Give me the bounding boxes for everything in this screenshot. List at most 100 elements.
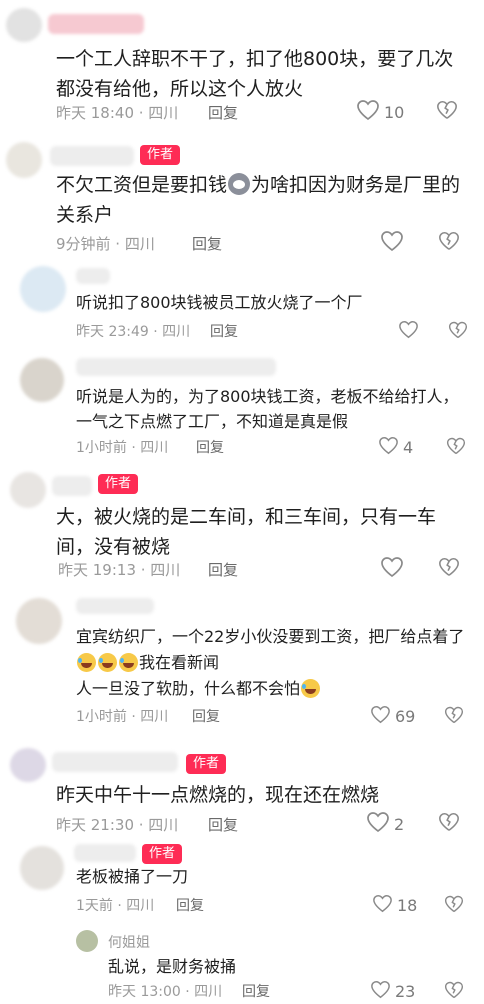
dislike-button[interactable] bbox=[448, 320, 468, 344]
dislike-button[interactable] bbox=[446, 436, 466, 460]
broken-heart-icon bbox=[438, 812, 460, 837]
comment-item: 作者 大，被火烧的是二车间，和三车间，只有一车间，没有被烧 昨天 19:13 ·… bbox=[0, 464, 484, 588]
avatar[interactable] bbox=[16, 598, 62, 644]
broken-heart-icon bbox=[438, 231, 460, 256]
comment-time: 昨天 18:40 · 四川 bbox=[56, 104, 179, 122]
broken-heart-icon bbox=[446, 437, 466, 460]
like-button[interactable]: 10 bbox=[356, 99, 404, 125]
heart-icon bbox=[398, 320, 419, 343]
like-count: 18 bbox=[397, 896, 418, 915]
username-blurred[interactable] bbox=[48, 14, 144, 34]
comment-text-part: 我在看新闻 bbox=[139, 653, 220, 672]
comment-item: 听说是人为的，为了800块钱工资，老板不给给打人，一气之下点燃了工厂，不知道是真… bbox=[0, 352, 484, 464]
like-button[interactable] bbox=[398, 320, 423, 343]
reply-button[interactable]: 回复 bbox=[210, 321, 238, 341]
reply-button[interactable]: 回复 bbox=[242, 981, 270, 1001]
avatar[interactable] bbox=[20, 846, 64, 890]
author-badge: 作者 bbox=[98, 474, 139, 494]
reply-button[interactable]: 回复 bbox=[192, 233, 222, 254]
comment-time: 昨天 13:00 · 四川 bbox=[108, 984, 223, 1000]
username-blurred[interactable] bbox=[74, 844, 136, 862]
author-badge: 作者 bbox=[140, 145, 181, 165]
username-blurred[interactable] bbox=[76, 268, 110, 284]
comment-time: 1天前 · 四川 bbox=[76, 898, 155, 914]
author-badge: 作者 bbox=[142, 844, 183, 864]
comment-item: 宜宾纺织厂，一个22岁小伙没要到工资，把厂给点着了我在看新闻 人一旦没了软肋，什… bbox=[0, 588, 484, 738]
username-blurred[interactable] bbox=[76, 358, 276, 376]
dislike-button[interactable] bbox=[444, 894, 464, 918]
broken-heart-icon bbox=[438, 557, 460, 582]
comment-text: 一个工人辞职不干了，扣了他800块，要了几次都没有给他，所以这个人放火 bbox=[56, 48, 454, 100]
comment-item: 作者 昨天中午十一点燃烧的，现在还在燃烧 昨天 21:30 · 四川 回复 2 bbox=[0, 738, 484, 836]
cat-emoji-icon bbox=[228, 173, 251, 195]
dislike-button[interactable] bbox=[444, 705, 464, 729]
reply-author[interactable]: 何姐姐 bbox=[108, 932, 150, 952]
comment-time: 昨天 19:13 · 四川 bbox=[58, 561, 181, 579]
username-blurred[interactable] bbox=[76, 598, 154, 614]
dislike-button[interactable] bbox=[436, 99, 458, 125]
comment-time: 昨天 23:49 · 四川 bbox=[76, 324, 191, 340]
like-button[interactable] bbox=[380, 556, 408, 582]
heart-icon bbox=[378, 436, 399, 459]
comment-text: 听说是人为的，为了800块钱工资，老板不给给打人，一气之下点燃了工厂，不知道是真… bbox=[76, 387, 459, 431]
broken-heart-icon bbox=[448, 321, 468, 344]
reply-button[interactable]: 回复 bbox=[208, 102, 238, 123]
heart-icon bbox=[366, 811, 390, 837]
like-count: 4 bbox=[403, 438, 414, 457]
heart-icon bbox=[370, 705, 391, 728]
comment-item: 一个工人辞职不干了，扣了他800块，要了几次都没有给他，所以这个人放火 昨天 1… bbox=[0, 0, 484, 132]
dislike-button[interactable] bbox=[438, 556, 460, 582]
reply-button[interactable]: 回复 bbox=[176, 895, 204, 915]
laughing-tears-emoji-icon bbox=[119, 653, 138, 672]
like-button[interactable]: 69 bbox=[370, 705, 415, 728]
reply-button[interactable]: 回复 bbox=[208, 814, 238, 835]
laughing-tears-emoji-icon bbox=[98, 653, 117, 672]
username-blurred[interactable] bbox=[52, 752, 178, 772]
like-count: 10 bbox=[384, 102, 405, 122]
heart-icon bbox=[380, 230, 404, 256]
username-blurred[interactable] bbox=[52, 476, 92, 496]
avatar[interactable] bbox=[10, 748, 46, 782]
comment-text: 不欠工资但是要扣钱 为啥扣因为财务是厂里的关系户 bbox=[56, 170, 466, 230]
comment-text: 老板被捅了一刀 bbox=[76, 867, 189, 886]
avatar[interactable] bbox=[10, 472, 46, 508]
username-blurred[interactable] bbox=[50, 146, 134, 166]
avatar[interactable] bbox=[6, 142, 42, 178]
dislike-button[interactable] bbox=[438, 811, 460, 837]
heart-icon bbox=[372, 894, 393, 917]
comment-item: 听说扣了800块钱被员工放火烧了一个厂 昨天 23:49 · 四川 回复 bbox=[0, 260, 484, 352]
avatar[interactable] bbox=[20, 266, 66, 312]
comment-time: 9分钟前 · 四川 bbox=[56, 235, 155, 253]
comment-text: 乱说，是财务被捅 bbox=[108, 957, 237, 976]
like-button[interactable] bbox=[380, 230, 408, 256]
reply-button[interactable]: 回复 bbox=[196, 437, 224, 457]
comment-time: 昨天 21:30 · 四川 bbox=[56, 816, 179, 834]
author-badge: 作者 bbox=[186, 754, 227, 774]
like-button[interactable]: 18 bbox=[372, 894, 417, 917]
comment-item: 作者 老板被捅了一刀 1天前 · 四川 回复 18 bbox=[0, 836, 484, 926]
reply-button[interactable]: 回复 bbox=[208, 559, 238, 580]
comment-time: 1小时前 · 四川 bbox=[76, 440, 169, 456]
reply-button[interactable]: 回复 bbox=[192, 706, 220, 726]
broken-heart-icon bbox=[436, 100, 458, 125]
heart-icon bbox=[356, 99, 380, 125]
laughing-tears-emoji-icon bbox=[301, 679, 321, 698]
dislike-button[interactable] bbox=[438, 230, 460, 256]
heart-icon bbox=[380, 556, 404, 582]
like-count: 23 bbox=[395, 982, 416, 1001]
like-button[interactable]: 4 bbox=[378, 436, 413, 459]
comment-text: 大，被火烧的是二车间，和三车间，只有一车间，没有被烧 bbox=[56, 506, 437, 558]
like-button[interactable]: 2 bbox=[366, 811, 404, 837]
comment-item: 作者 不欠工资但是要扣钱 为啥扣因为财务是厂里的关系户 9分钟前 · 四川 回复 bbox=[0, 132, 484, 260]
broken-heart-icon bbox=[444, 706, 464, 729]
comment-text-part: 宜宾纺织厂，一个22岁小伙没要到工资，把厂给点着了 bbox=[76, 627, 465, 646]
like-count: 2 bbox=[394, 814, 405, 834]
comment-text-part: 人一旦没了软肋，什么都不会怕 bbox=[76, 679, 301, 698]
avatar[interactable] bbox=[6, 8, 42, 42]
avatar[interactable] bbox=[76, 930, 98, 952]
avatar[interactable] bbox=[20, 358, 64, 402]
dislike-button[interactable] bbox=[444, 980, 464, 1004]
laughing-tears-emoji-icon bbox=[77, 653, 96, 672]
comment-text: 昨天中午十一点燃烧的，现在还在燃烧 bbox=[56, 784, 380, 806]
comment-time: 1小时前 · 四川 bbox=[76, 709, 169, 725]
